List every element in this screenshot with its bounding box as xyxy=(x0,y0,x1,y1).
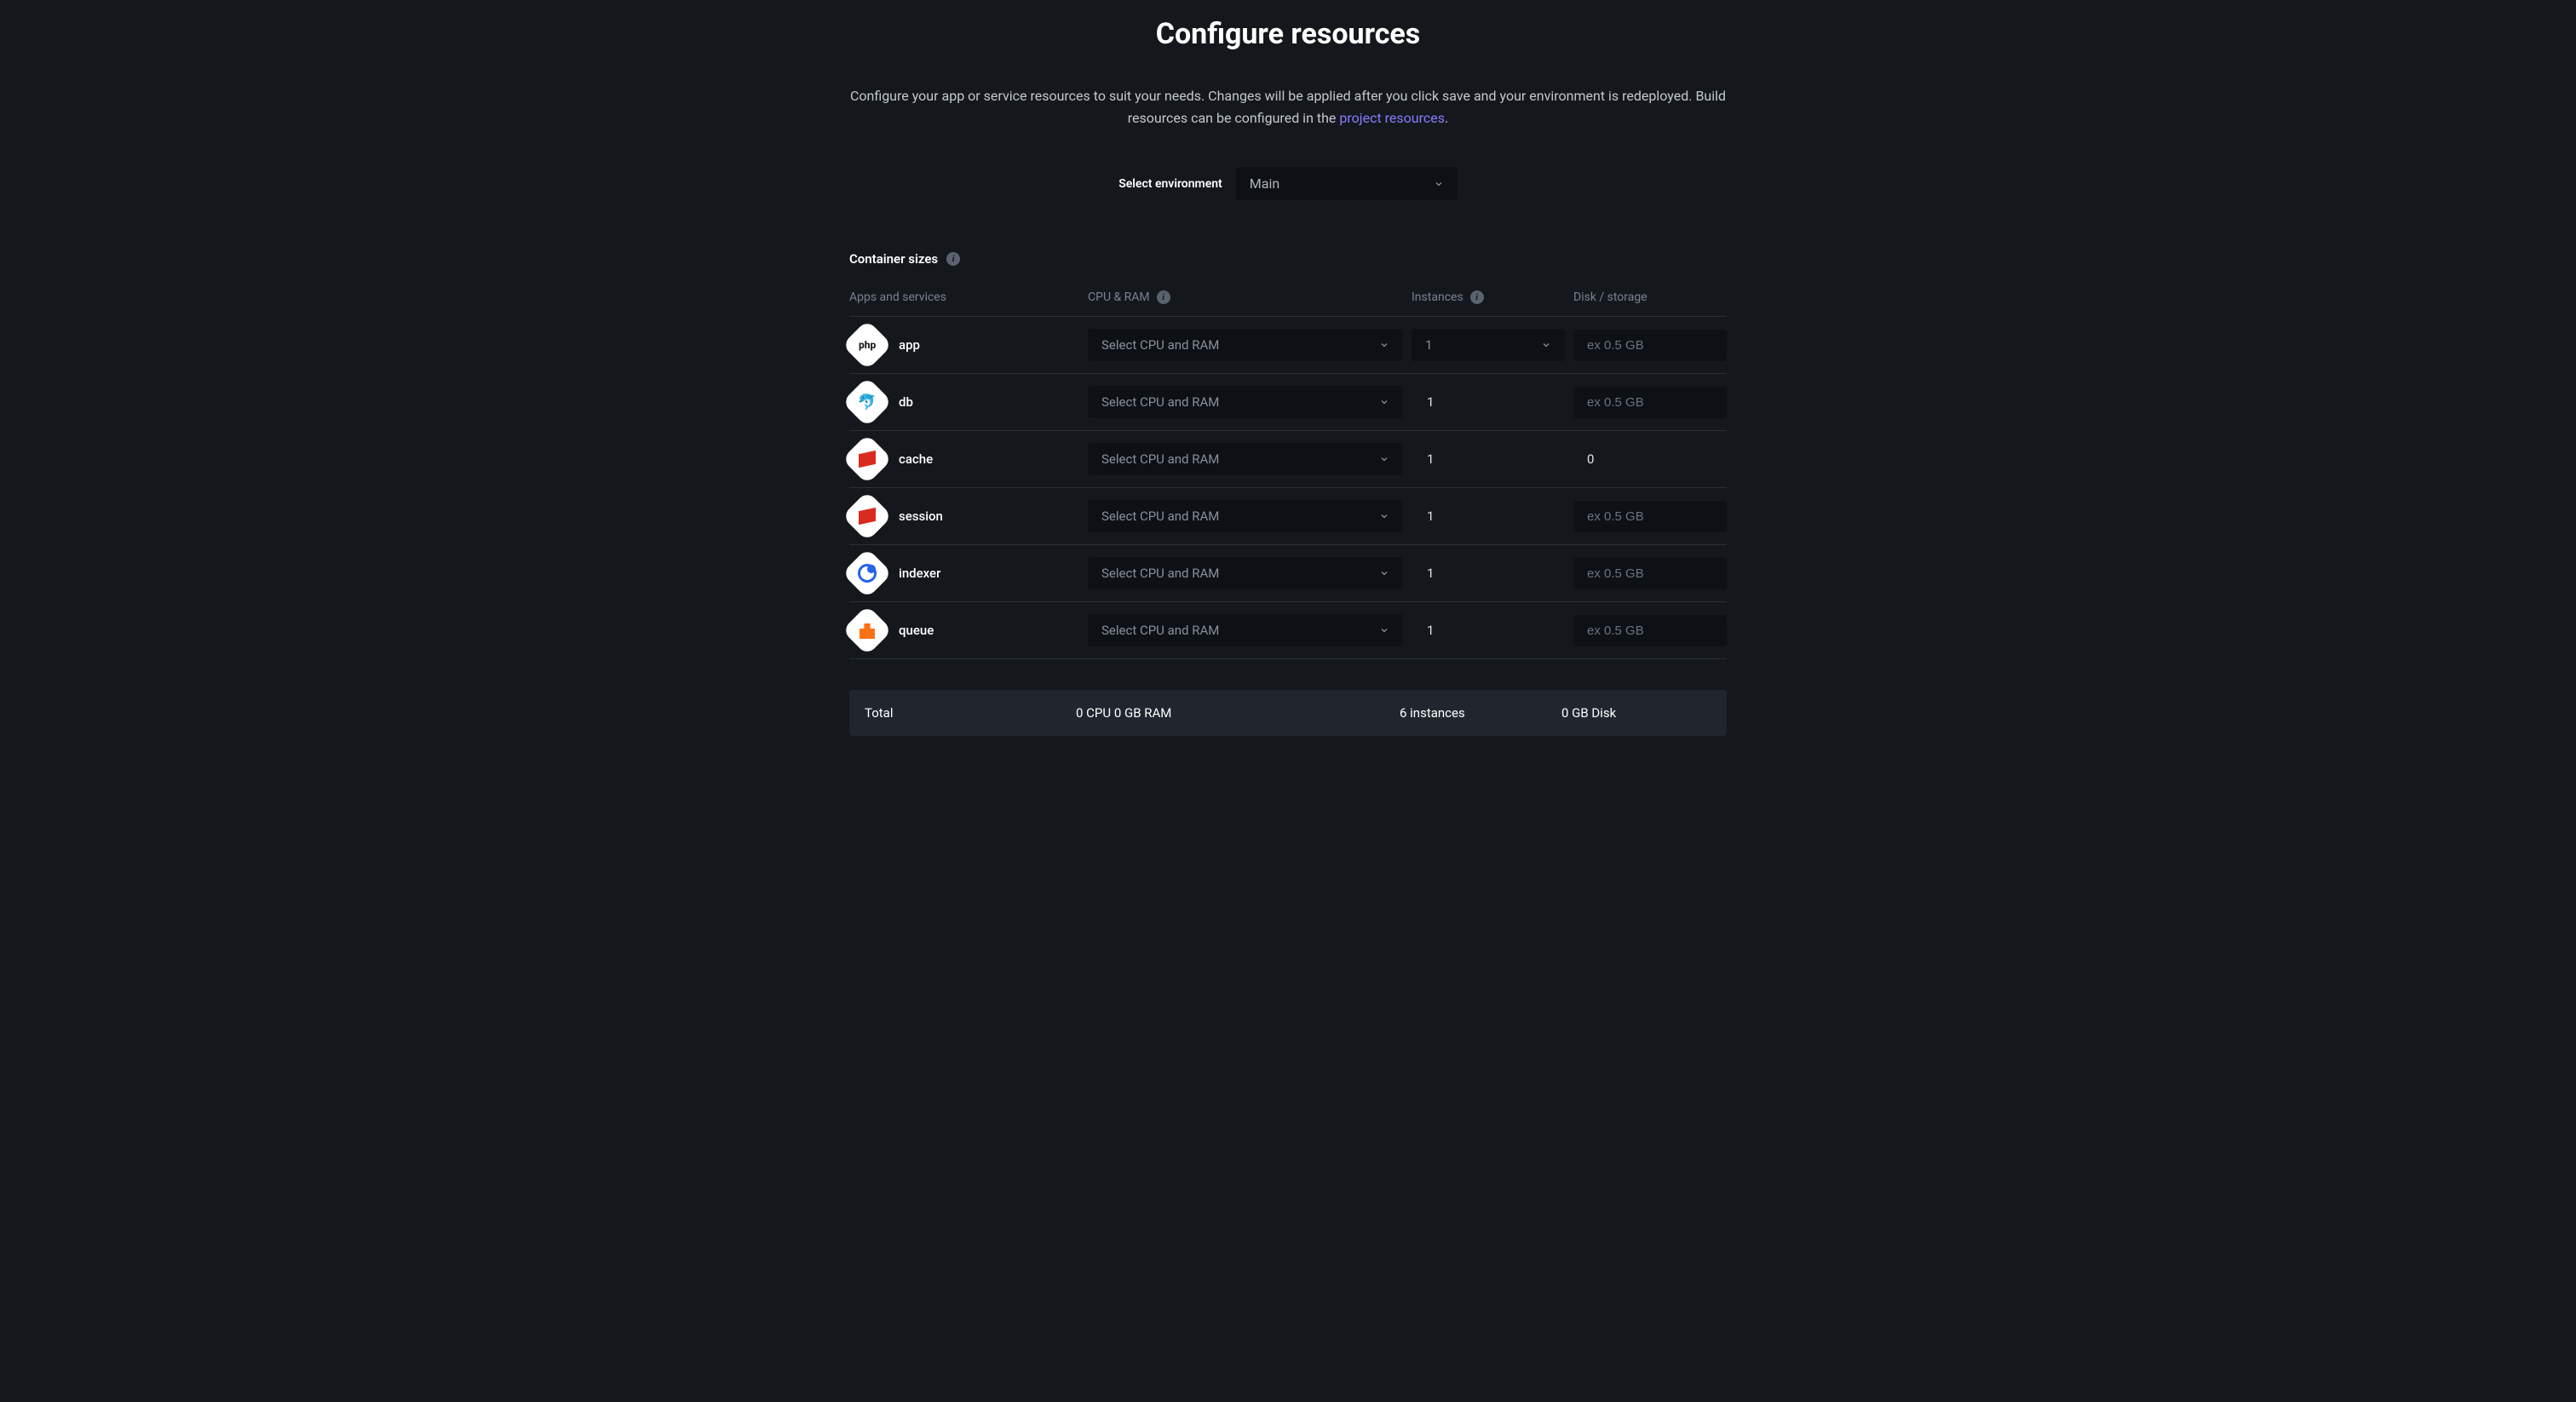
column-apps: Apps and services xyxy=(849,290,1079,304)
cpu-ram-placeholder: Select CPU and RAM xyxy=(1101,451,1219,467)
column-instances: Instances i xyxy=(1412,290,1565,304)
cpu-ram-select[interactable]: Select CPU and RAM xyxy=(1088,557,1403,589)
mysql-icon: 🐬 xyxy=(842,376,892,427)
table-row: 🐬db Select CPU and RAM 1 xyxy=(849,374,1727,431)
service-cell: 🐬db xyxy=(849,384,1079,420)
column-disk: Disk / storage xyxy=(1573,290,1727,304)
disk-value: 0 xyxy=(1573,451,1727,467)
redis-icon xyxy=(842,434,892,484)
section-header: Container sizes i xyxy=(849,251,1727,267)
instances-value: 1 xyxy=(1425,337,1432,353)
disk-input[interactable] xyxy=(1573,387,1727,418)
cpu-ram-select[interactable]: Select CPU and RAM xyxy=(1088,386,1403,418)
cpu-ram-placeholder: Select CPU and RAM xyxy=(1101,566,1219,581)
cpu-ram-select[interactable]: Select CPU and RAM xyxy=(1088,443,1403,475)
cpu-ram-placeholder: Select CPU and RAM xyxy=(1101,394,1219,410)
service-name: queue xyxy=(899,623,934,638)
environment-label: Select environment xyxy=(1118,177,1222,191)
service-cell: queue xyxy=(849,612,1079,648)
service-name: db xyxy=(899,394,913,410)
service-cell: cache xyxy=(849,441,1079,477)
chevron-down-icon xyxy=(1379,340,1389,350)
info-icon[interactable]: i xyxy=(1470,290,1484,304)
table-row: phpapp Select CPU and RAM 1 xyxy=(849,317,1727,374)
cpu-ram-placeholder: Select CPU and RAM xyxy=(1101,337,1219,353)
cpu-ram-select[interactable]: Select CPU and RAM xyxy=(1088,500,1403,532)
service-name: session xyxy=(899,509,943,524)
column-instances-label: Instances xyxy=(1412,290,1463,304)
instances-select[interactable]: 1 xyxy=(1412,329,1565,361)
total-label: Total xyxy=(863,705,1066,721)
project-resources-link[interactable]: project resources xyxy=(1339,110,1445,126)
instances-value: 1 xyxy=(1412,509,1565,524)
total-cpu: 0 CPU 0 GB RAM xyxy=(1074,705,1389,721)
column-cpu-label: CPU & RAM xyxy=(1088,290,1150,304)
disk-input[interactable] xyxy=(1573,615,1727,646)
column-cpu: CPU & RAM i xyxy=(1088,290,1403,304)
environment-select[interactable]: Main xyxy=(1236,167,1458,200)
total-instances: 6 instances xyxy=(1398,705,1551,721)
disk-input[interactable] xyxy=(1573,501,1727,532)
instances-value: 1 xyxy=(1412,394,1565,410)
chevron-down-icon xyxy=(1541,340,1551,350)
instances-value: 1 xyxy=(1412,451,1565,467)
section-title: Container sizes xyxy=(849,251,938,267)
service-name: cache xyxy=(899,451,933,467)
table-row: indexer Select CPU and RAM 1 xyxy=(849,545,1727,602)
table-row: cache Select CPU and RAM 10 xyxy=(849,431,1727,488)
chevron-down-icon xyxy=(1434,179,1444,189)
environment-selector-row: Select environment Main xyxy=(849,167,1727,200)
disk-input[interactable] xyxy=(1573,330,1727,361)
service-cell: phpapp xyxy=(849,327,1079,363)
table-header: Apps and services CPU & RAM i Instances … xyxy=(849,290,1727,317)
cpu-ram-placeholder: Select CPU and RAM xyxy=(1101,623,1219,638)
instances-value: 1 xyxy=(1412,566,1565,581)
page-title: Configure resources xyxy=(849,17,1727,51)
service-cell: session xyxy=(849,498,1079,534)
php-icon: php xyxy=(842,319,892,370)
info-icon[interactable]: i xyxy=(946,252,960,266)
redis-icon xyxy=(842,491,892,541)
cpu-ram-select[interactable]: Select CPU and RAM xyxy=(1088,329,1403,361)
chevron-down-icon xyxy=(1379,454,1389,464)
info-icon[interactable]: i xyxy=(1157,290,1170,304)
environment-selected-value: Main xyxy=(1250,175,1279,192)
instances-value: 1 xyxy=(1412,623,1565,638)
service-cell: indexer xyxy=(849,555,1079,591)
description-text: Configure your app or service resources … xyxy=(850,88,1726,126)
totals-row: Total 0 CPU 0 GB RAM 6 instances 0 GB Di… xyxy=(849,690,1727,736)
chevron-down-icon xyxy=(1379,625,1389,635)
service-name: indexer xyxy=(899,566,940,581)
description-suffix: . xyxy=(1445,110,1448,126)
cpu-ram-placeholder: Select CPU and RAM xyxy=(1101,509,1219,524)
orange-icon xyxy=(842,605,892,655)
chevron-down-icon xyxy=(1379,568,1389,578)
page-description: Configure your app or service resources … xyxy=(849,85,1727,129)
chevron-down-icon xyxy=(1379,397,1389,407)
disk-input[interactable] xyxy=(1573,558,1727,589)
service-name: app xyxy=(899,337,920,353)
chevron-down-icon xyxy=(1379,511,1389,521)
cpu-ram-select[interactable]: Select CPU and RAM xyxy=(1088,614,1403,646)
blue-icon xyxy=(842,548,892,598)
total-disk: 0 GB Disk xyxy=(1560,705,1713,721)
table-row: session Select CPU and RAM 1 xyxy=(849,488,1727,545)
table-row: queue Select CPU and RAM 1 xyxy=(849,602,1727,659)
